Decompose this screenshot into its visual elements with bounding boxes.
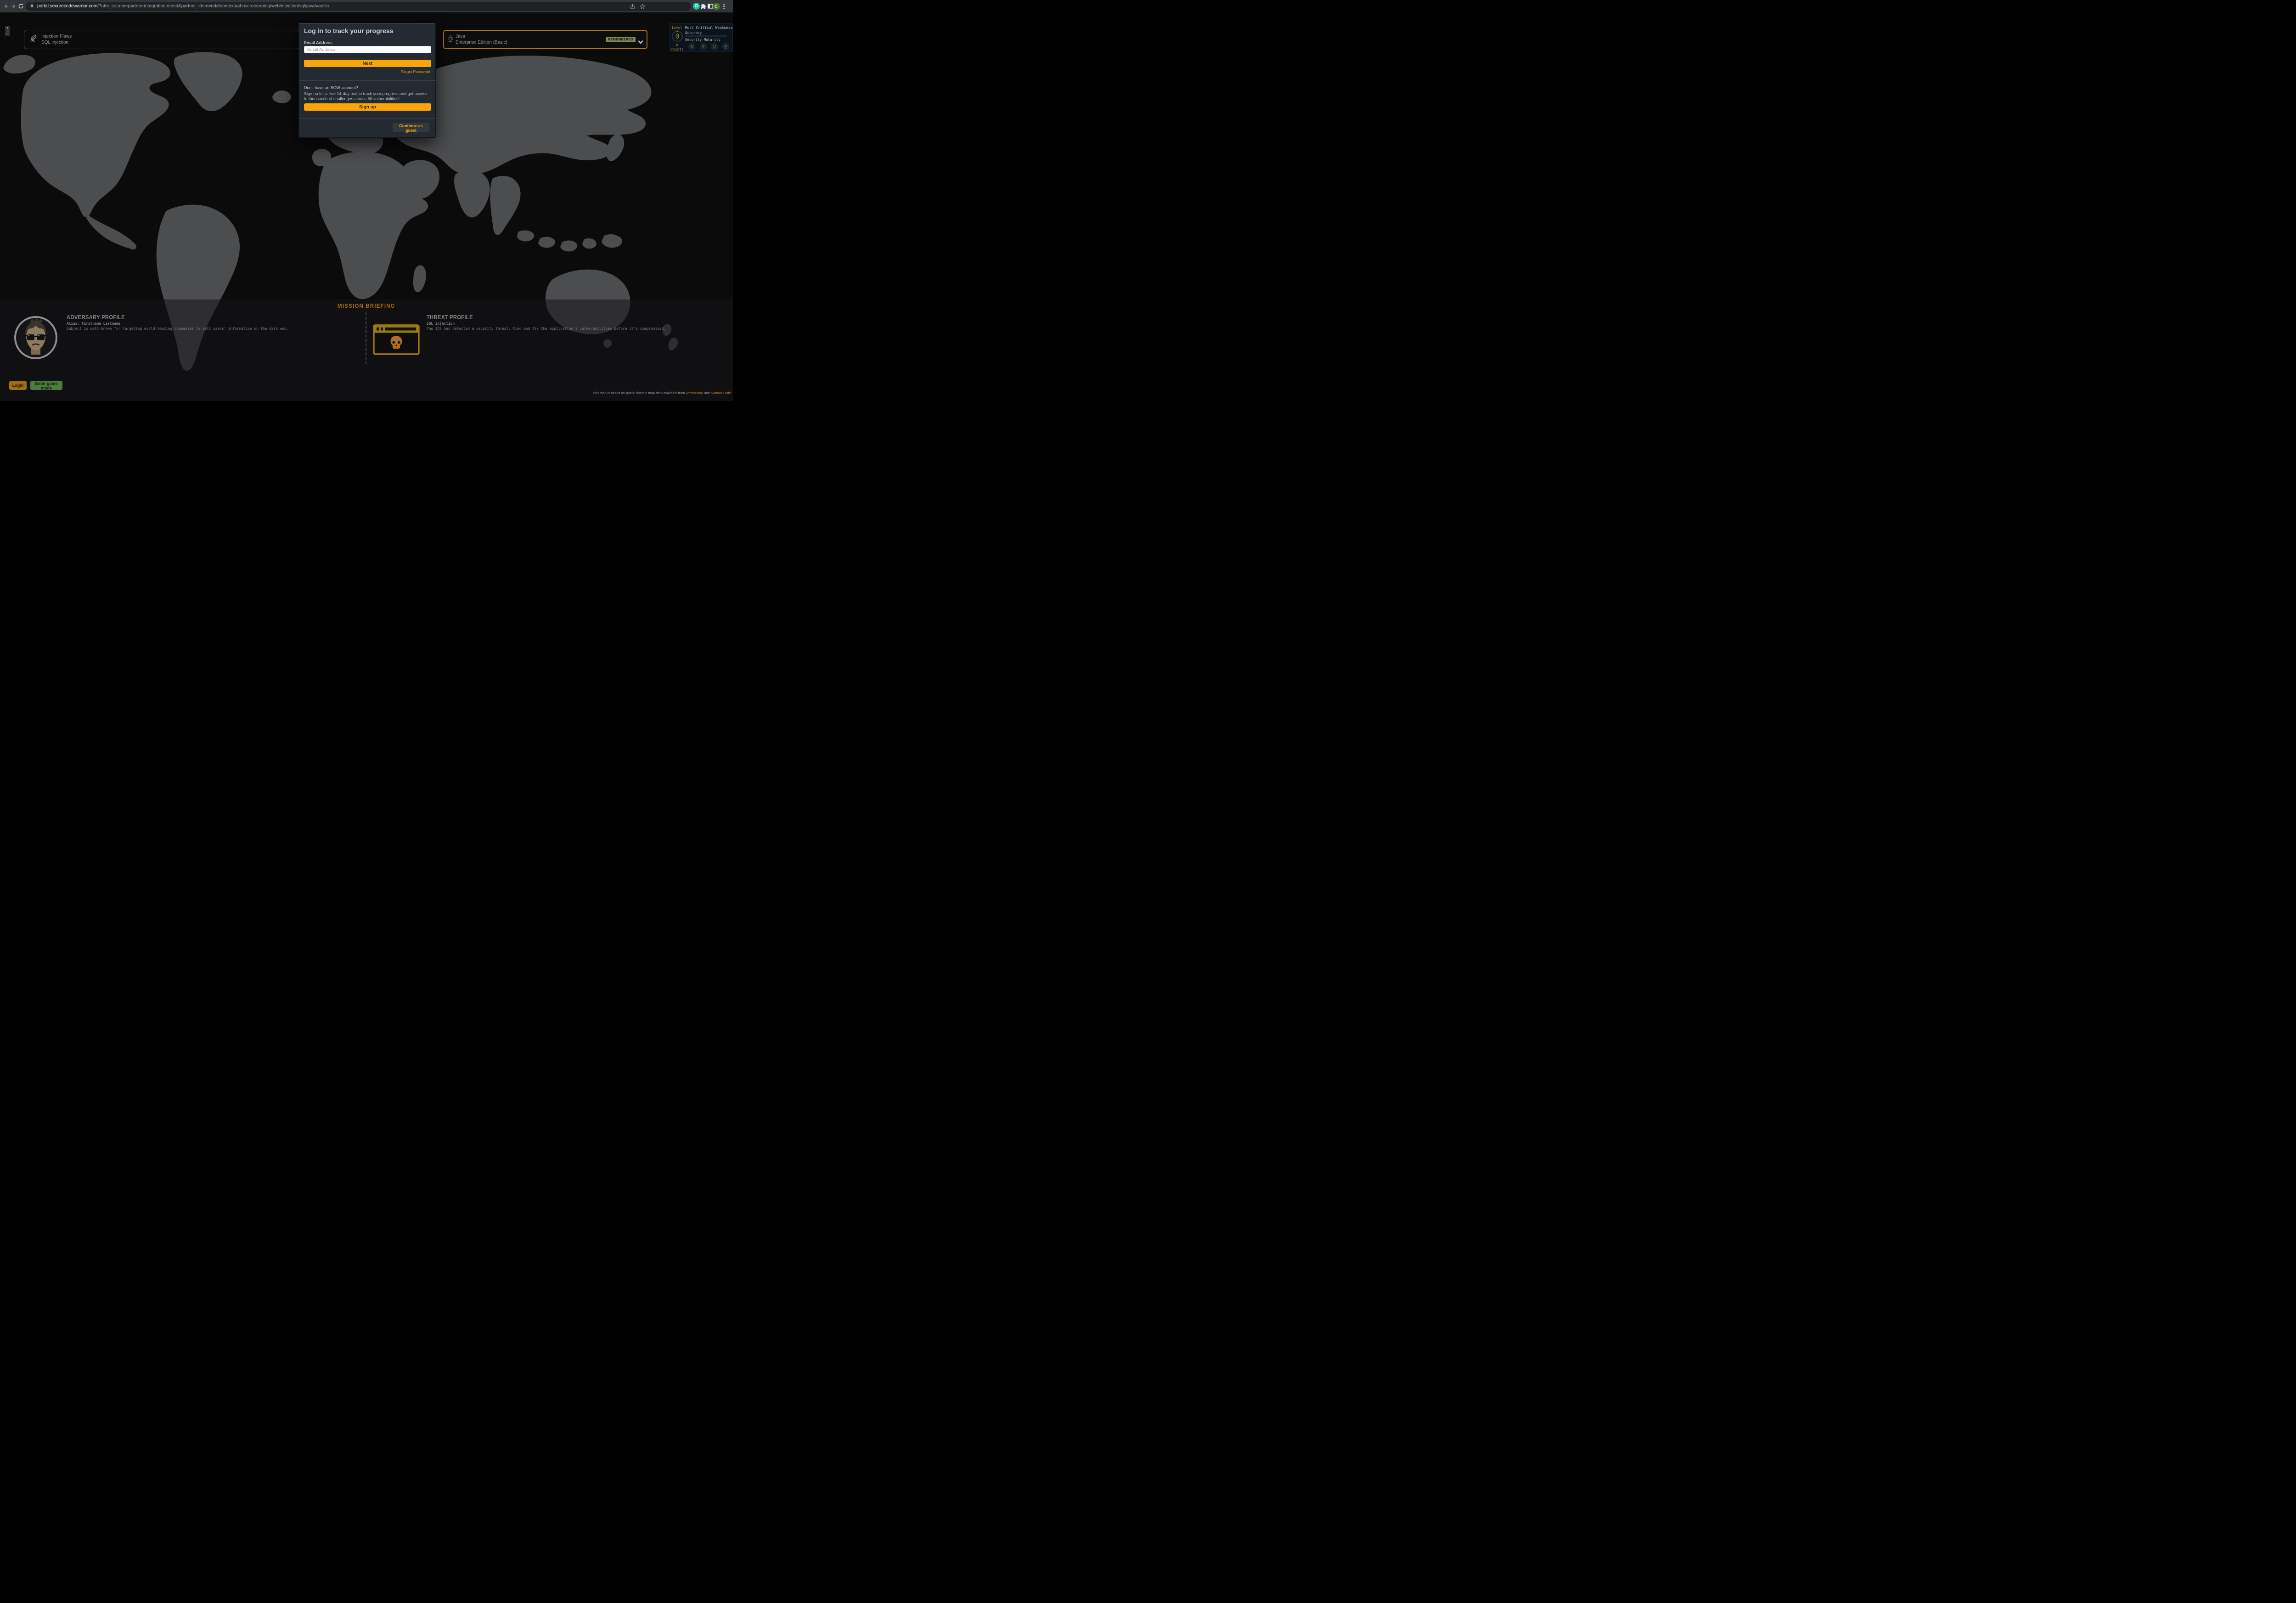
modal-section-divider <box>299 80 436 81</box>
enter-game-mode-button[interactable]: Enter game mode <box>30 381 62 390</box>
map-india <box>454 170 490 217</box>
player-stats-panel: Level 0 0 Points Most Critical Weaknesse… <box>670 23 733 52</box>
forward-icon[interactable] <box>10 2 17 10</box>
threat-description: The IDS has detected a security threat. … <box>427 327 666 331</box>
back-icon[interactable] <box>2 2 10 10</box>
map-north-america <box>21 53 170 217</box>
continue-as-guest-button[interactable]: Continue as guest <box>393 123 429 132</box>
share-icon[interactable] <box>629 3 636 10</box>
map-greenland <box>174 52 242 111</box>
jvectormap-link[interactable]: jVectorMap <box>686 391 703 395</box>
url-text: portal.securecodewarrior.com/?utm_source… <box>37 4 329 9</box>
map-iceland <box>272 90 291 103</box>
modal-footer-divider <box>299 118 436 119</box>
language-banner[interactable]: Java Enterprise Edition (Basic) REMEMBER… <box>443 30 647 49</box>
modal-title: Log in to track your progress <box>304 27 393 34</box>
map-zoom-in-button[interactable]: + <box>5 26 10 31</box>
challenge-category: Injection Flaws <box>41 34 72 40</box>
adversary-alias: Alias: Firstname Lastname <box>67 322 120 326</box>
page: portal.securecodewarrior.com/?utm_source… <box>0 0 733 401</box>
level-value: 0 <box>671 30 683 42</box>
forgot-password-link[interactable]: Forgot Password <box>401 69 430 74</box>
java-cup-icon <box>448 34 453 45</box>
email-input[interactable] <box>304 46 431 53</box>
language-edition: Enterprise Edition (Basic) <box>456 40 507 45</box>
language-name: Java <box>456 34 507 40</box>
login-modal: Log in to track your progress Email Addr… <box>298 23 436 138</box>
email-label: Email Address <box>304 40 332 45</box>
points-value: 0 <box>670 43 684 47</box>
signup-text: Sign up for a free 14-day trial to track… <box>304 91 432 102</box>
adversary-profile-heading: ADVERSARY PROFILE <box>67 314 125 321</box>
tools-icon <box>711 43 718 52</box>
threat-name: SQL injection <box>427 322 455 326</box>
accuracy-label: Accuracy <box>685 31 702 35</box>
security-maturity-label: Security Maturity <box>685 38 720 42</box>
map-new-guinea <box>602 234 622 248</box>
remembered-badge: REMEMBERED <box>606 37 636 42</box>
chevron-down-icon[interactable] <box>638 38 643 46</box>
address-bar[interactable]: portal.securecodewarrior.com/?utm_source… <box>26 2 691 11</box>
points-label: Points <box>670 47 684 51</box>
most-critical-weaknesses-title: Most Critical Weaknesses <box>685 26 733 30</box>
trophy-icon <box>722 43 729 52</box>
graduation-cap-icon <box>688 43 695 52</box>
natural-earth-link[interactable]: Natural Earth <box>711 391 731 395</box>
map-japan <box>606 135 624 161</box>
signup-button[interactable]: Sign up <box>304 103 431 111</box>
threat-profile-heading: THREAT PROFILE <box>427 314 473 321</box>
accuracy-progress-bar <box>685 35 727 37</box>
login-button[interactable]: Login <box>9 381 27 390</box>
bookmark-star-icon[interactable] <box>639 3 646 10</box>
compromised-browser-skull-icon <box>373 324 420 357</box>
level-label: Level <box>670 26 684 30</box>
browser-menu-kebab-icon[interactable] <box>720 2 728 10</box>
map-madagascar <box>413 265 426 292</box>
reload-icon[interactable] <box>17 2 25 10</box>
challenge-subcategory: SQL injection <box>41 40 72 45</box>
adversary-avatar <box>13 315 58 362</box>
signup-heading: Don't have an SCW account? <box>304 85 358 90</box>
map-attribution: This map is based on public domain map d… <box>592 391 731 395</box>
mission-briefing-title: MISSION BRIEFING <box>0 304 733 309</box>
adversary-description: Subject is well-known for targeting worl… <box>67 327 289 331</box>
map-central-america <box>86 214 136 249</box>
lightbulb-icon <box>700 43 707 52</box>
map-alaska <box>3 55 35 73</box>
map-zoom-out-button[interactable]: − <box>5 31 10 36</box>
browser-toolbar: portal.securecodewarrior.com/?utm_source… <box>0 0 733 12</box>
challenge-banner: Injection Flaws SQL injection <box>24 30 299 49</box>
next-button[interactable]: Next <box>304 60 431 67</box>
map-indochina <box>490 176 520 235</box>
lock-icon[interactable] <box>29 2 34 11</box>
injection-syringe-icon <box>29 34 38 45</box>
browser-profile-avatar[interactable]: C <box>712 2 720 10</box>
map-indonesia <box>517 231 597 252</box>
